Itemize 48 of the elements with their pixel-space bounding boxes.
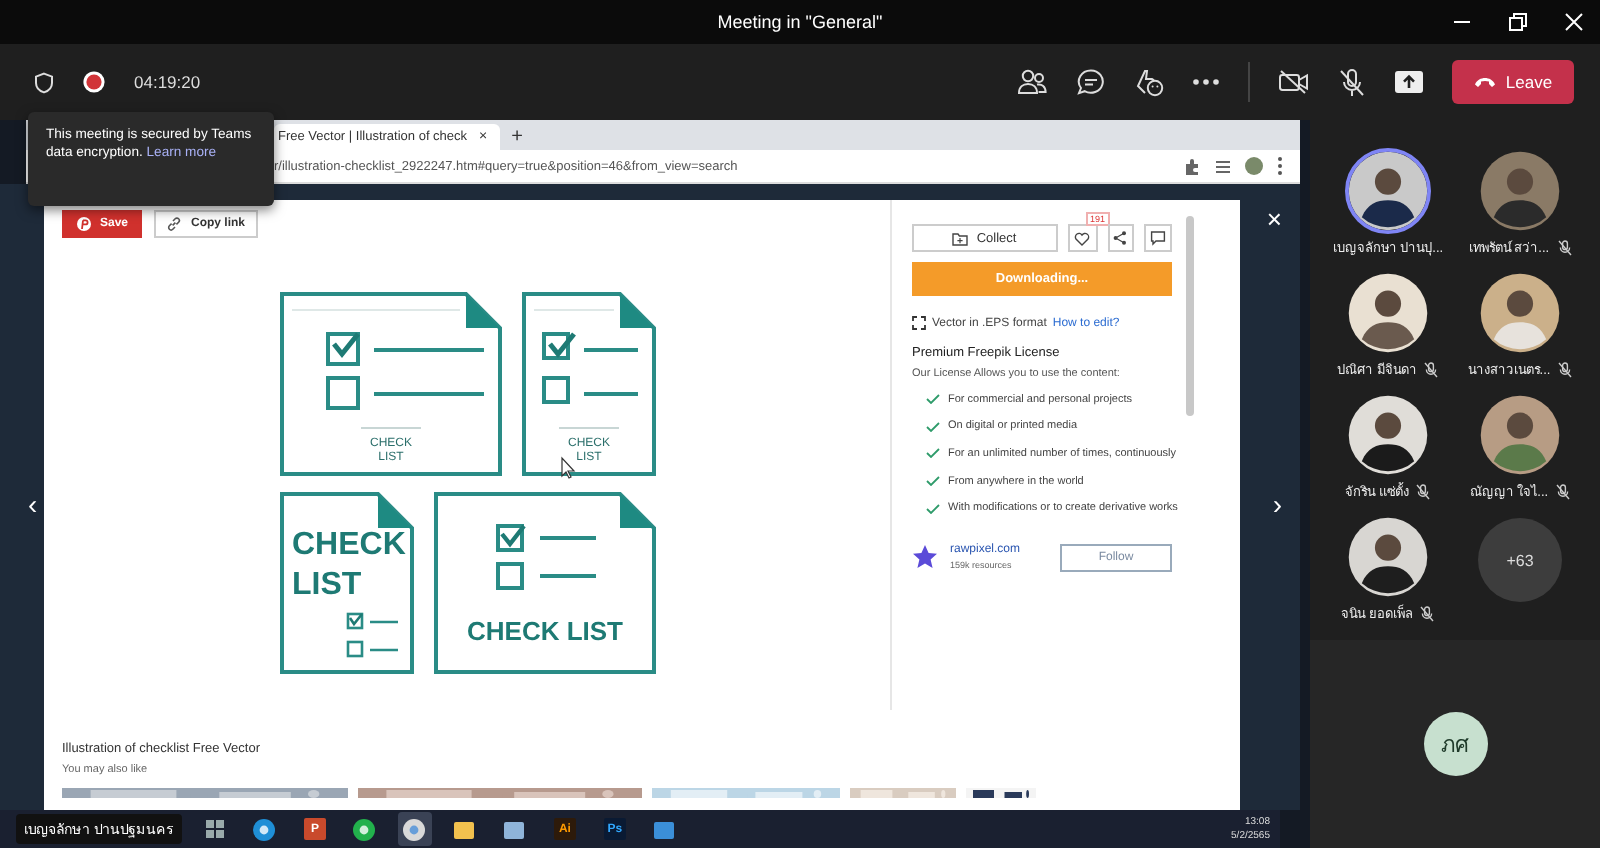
pin-icon [75,216,92,232]
folder-plus-icon [952,231,969,245]
check-icon [926,448,940,459]
share-icon [1112,230,1129,246]
check-icon [926,421,940,432]
like-button[interactable] [1067,224,1097,252]
comment-icon [1150,230,1167,246]
close-icon[interactable] [1564,12,1584,32]
link-icon [166,216,183,232]
windows-icon [203,818,226,840]
next-button[interactable]: › [1272,490,1282,518]
comment-button[interactable] [1144,224,1172,252]
leave-button[interactable]: Leave [1452,60,1574,104]
menu-icon[interactable] [1276,156,1284,176]
close-button[interactable]: × [1266,206,1282,234]
window-title: Meeting in "General" [717,12,883,32]
microphone-icon[interactable] [1338,67,1366,97]
checklist-drawing: CHECK LIST [434,492,656,674]
checklist-drawing: CHECK LIST [280,492,414,674]
check-icon [926,476,940,487]
previous-button[interactable]: ‹ [28,490,38,518]
star-logo-icon [912,544,938,571]
more-icon[interactable] [1192,78,1220,86]
extension-icon[interactable] [1184,157,1202,175]
heart-icon [1074,231,1090,245]
check-icon [926,503,940,514]
taskbar-app[interactable] [397,812,432,846]
shield-icon[interactable] [34,71,54,93]
avatar[interactable] [1342,148,1434,234]
restore-icon[interactable] [1508,12,1528,32]
scrollbar[interactable] [1186,216,1194,416]
list-icon[interactable] [1214,157,1232,175]
check-icon [926,394,940,405]
expand-icon [912,316,926,330]
share-button[interactable] [1107,224,1135,252]
phone-icon [1473,76,1496,88]
self-avatar[interactable]: ภศ [1423,712,1487,776]
chat-icon[interactable] [1076,68,1106,96]
reactions-icon[interactable] [1134,67,1164,97]
profile-icon[interactable] [1244,156,1264,176]
camera-icon[interactable] [1278,68,1310,96]
meeting-timer: 04:19:20 [134,72,201,92]
cursor-icon [561,456,576,479]
people-icon[interactable] [1016,68,1048,96]
new-tab-button[interactable]: + [511,126,523,150]
folder-icon [452,817,477,841]
more-participants-button[interactable]: +63 [1478,518,1562,602]
share-screen-icon[interactable] [1394,70,1424,94]
